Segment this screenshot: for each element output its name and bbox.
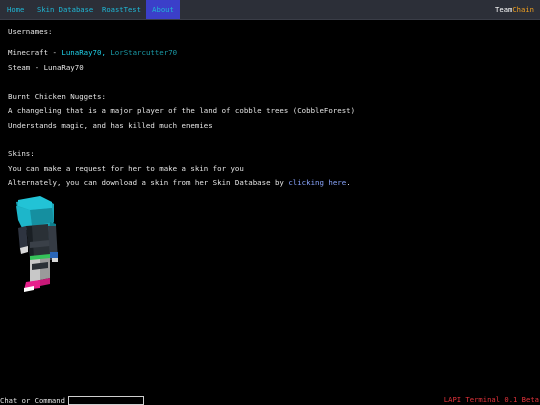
command-prompt-label: Chat or Command > (0, 396, 74, 405)
nav-home[interactable]: Home (2, 0, 29, 19)
skin-database-link[interactable]: clicking here (288, 178, 346, 187)
skins-download-prefix: Alternately, you can download a skin fro… (8, 178, 289, 187)
minecraft-user-lunaray: LunaRay70, (61, 48, 106, 57)
steam-username: Steam - LunaRay70 (8, 63, 84, 72)
skins-download-suffix: . (346, 178, 351, 187)
brand-logo[interactable]: TeamChain (495, 0, 534, 19)
nuggets-heading: Burnt Chicken Nuggets: (8, 92, 106, 101)
nuggets-ability: Understands magic, and has killed much e… (8, 121, 213, 130)
nav-roasttest[interactable]: RoastTest (97, 0, 146, 19)
nuggets-description: A changeling that is a major player of t… (8, 106, 356, 115)
minecraft-prefix: Minecraft - (8, 48, 62, 57)
nav-skin-database[interactable]: Skin Database (32, 0, 98, 19)
skins-request-text: You can make a request for her to make a… (8, 164, 244, 173)
nav-about[interactable]: About (146, 0, 180, 19)
skins-download-text: Alternately, you can download a skin fro… (8, 178, 351, 187)
minecraft-skin-image (16, 196, 58, 292)
minecraft-usernames: Minecraft - LunaRay70, LorStarcutter70 (8, 48, 177, 57)
skins-heading: Skins: (8, 149, 35, 158)
command-input[interactable] (68, 396, 144, 405)
top-nav-bar: Home Skin Database RoastTest About TeamC… (0, 0, 540, 20)
usernames-heading: Usernames: (8, 27, 53, 36)
version-label: LAPI Terminal 0.1 Beta (443, 395, 539, 404)
terminal-page: Home Skin Database RoastTest About TeamC… (0, 0, 540, 405)
brand-team: Team (495, 5, 513, 14)
minecraft-user-lorstarcutter: LorStarcutter70 (110, 48, 178, 57)
brand-chain: Chain (512, 5, 534, 14)
